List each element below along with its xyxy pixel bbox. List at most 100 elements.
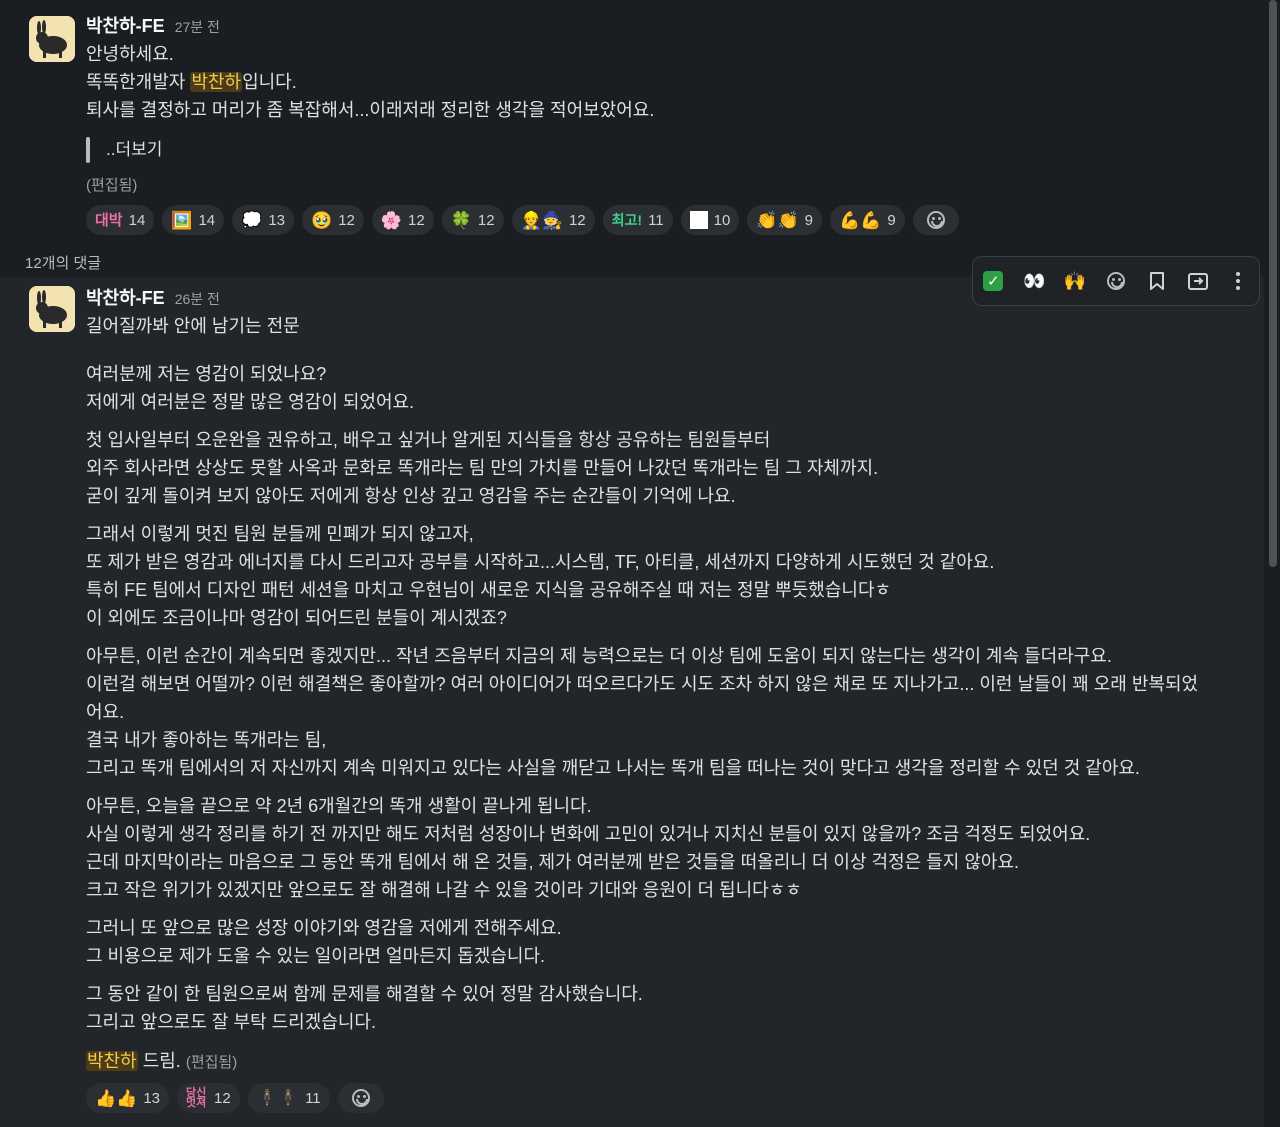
reaction-pill[interactable]: 🥹 12 xyxy=(302,205,364,235)
author-name[interactable]: 박찬하-FE xyxy=(86,284,165,310)
reaction-count: 14 xyxy=(198,211,216,229)
add-reaction-button[interactable] xyxy=(1101,266,1131,296)
reaction-pill[interactable]: 🍀 12 xyxy=(441,205,504,235)
muscle-emoji-icon: 💪💪 xyxy=(839,210,882,230)
quote-bar xyxy=(86,137,90,163)
reaction-pill[interactable]: 👷🧙 12 xyxy=(511,205,595,235)
reaction-count: 14 xyxy=(128,211,146,229)
message-paragraph: 그 동안 같이 한 팀원으로써 함께 문제를 해결할 수 있어 정말 감사했습니… xyxy=(86,980,1198,1036)
timestamp[interactable]: 27분 전 xyxy=(175,17,220,37)
reaction-count: 12 xyxy=(408,211,425,229)
blossom-emoji-icon: 🌸 xyxy=(380,210,403,230)
add-reaction-button[interactable] xyxy=(912,205,959,235)
reaction-pill[interactable]: 💪💪 9 xyxy=(830,205,905,235)
message-line: 특히 FE 팀에서 디자인 패턴 세션을 마치고 우현님이 새로운 지식을 공유… xyxy=(86,580,892,600)
message-line: 그리고 똑개 팀에서의 저 자신까지 계속 미워지고 있다는 사실을 깨닫고 나… xyxy=(86,758,1140,778)
more-actions-button[interactable] xyxy=(1223,266,1253,296)
reaction-pill[interactable]: 🕴️🕴️ 11 xyxy=(247,1083,330,1113)
message-post: 박찬하-FE 27분 전 안녕하세요. 똑똑한개발자 박찬하입니다. 퇴사를 결… xyxy=(0,0,1280,240)
message-line: 그러니 또 앞으로 많은 성장 이야기와 영감을 저에게 전해주세요. xyxy=(86,918,562,938)
reaction-count: 12 xyxy=(338,211,355,229)
quick-react-check-button[interactable]: ✓ xyxy=(978,266,1008,296)
scrollbar-thumb[interactable] xyxy=(1269,0,1277,567)
reaction-count: 12 xyxy=(214,1089,231,1107)
message-paragraph: 그래서 이렇게 멋진 팀원 분들께 민폐가 되지 않고자, 또 제가 받은 영감과… xyxy=(86,520,1198,632)
white-square-emoji-icon xyxy=(689,211,708,229)
reaction-pill[interactable]: 🖼️ 14 xyxy=(162,205,225,235)
author-name[interactable]: 박찬하-FE xyxy=(86,12,165,38)
message-paragraph: 아무튼, 이런 순간이 계속되면 좋겠지만... 작년 즈음부터 지금의 제 능… xyxy=(86,642,1198,782)
message-body: 여러분께 저는 영감이 되었나요? 저에게 여러분은 정말 많은 영감이 되었어요… xyxy=(86,360,1198,1036)
add-reaction-button[interactable] xyxy=(337,1083,384,1113)
show-more-link[interactable]: ..더보기 xyxy=(106,136,162,164)
message-line: 첫 입사일부터 오운완을 권유하고, 배우고 싶거나 알게된 지식들을 항상 공… xyxy=(86,430,771,450)
teary-face-emoji-icon: 🥹 xyxy=(311,210,333,230)
reaction-pill[interactable]: 10 xyxy=(680,205,740,235)
reaction-count: 9 xyxy=(804,211,814,229)
reaction-count: 10 xyxy=(713,211,731,229)
picture-emoji-icon: 🖼️ xyxy=(171,210,193,230)
reaction-count: 12 xyxy=(477,211,495,229)
message-paragraph: 아무튼, 오늘을 끝으로 약 2년 6개월간의 똑개 생활이 끝나게 됩니다. 사… xyxy=(86,792,1198,904)
message-line: 굳이 깊게 돌이켜 보지 않아도 저에게 항상 인상 깊고 영감을 주는 순간들… xyxy=(86,486,736,506)
message-line: 그 동안 같이 한 팀원으로써 함께 문제를 해결할 수 있어 정말 감사했습니… xyxy=(86,984,643,1004)
reaction-pill[interactable]: 최고! 11 xyxy=(602,205,673,235)
share-icon xyxy=(1187,273,1208,290)
message-line: 여러분께 저는 영감이 되었나요? xyxy=(86,364,327,384)
signature-text: 드림. xyxy=(137,1051,181,1071)
message-line: 퇴사를 결정하고 머리가 좀 복잡해서...이래저래 정리한 생각을 적어보았어… xyxy=(86,100,655,120)
reaction-count: 13 xyxy=(143,1089,161,1107)
avatar[interactable] xyxy=(29,286,75,332)
user-mention[interactable]: 박찬하 xyxy=(86,1051,138,1071)
raised-hands-icon: 🙌 xyxy=(1063,270,1087,291)
message-line: 저에게 여러분은 정말 많은 영감이 되었어요. xyxy=(86,392,415,412)
reply-message: 박찬하-FE 26분 전 길어질까봐 안에 남기는 전문 여러분께 저는 영감이… xyxy=(0,277,1264,1127)
message-line: 외주 회사라면 상상도 못할 사옥과 문화로 똑개라는 팀 만의 가치를 만들어… xyxy=(86,458,879,478)
dancers-emoji-icon: 🕴️🕴️ xyxy=(256,1088,300,1108)
user-mention[interactable]: 박찬하 xyxy=(190,72,243,92)
quick-react-eyes-button[interactable]: 👀 xyxy=(1019,266,1049,296)
message-line: 똑똑한개발자 박찬하입니다. xyxy=(86,68,959,96)
reply-count[interactable]: 12개의 댓글 xyxy=(25,252,101,273)
line-text: 입니다. xyxy=(242,72,297,92)
reaction-pill[interactable]: 👏👏 9 xyxy=(747,205,823,235)
add-emoji-icon xyxy=(351,1089,370,1107)
message-line: 이런걸 해보면 어떨까? 이런 해결책은 좋아할까? 여러 아이디어가 떠오르다… xyxy=(86,674,1199,694)
line-text: 똑똑한개발자 xyxy=(86,72,191,92)
avatar[interactable] xyxy=(29,16,75,62)
message-line: 안녕하세요. xyxy=(86,44,174,64)
save-message-button[interactable] xyxy=(1142,266,1172,296)
forward-message-button[interactable] xyxy=(1183,266,1213,296)
message-line: 그래서 이렇게 멋진 팀원 분들께 민폐가 되지 않고자, xyxy=(86,524,474,544)
message-line: 또 제가 받은 영감과 에너지를 다시 드리고자 공부를 시작하고...시스템,… xyxy=(86,552,995,572)
add-emoji-icon xyxy=(1106,272,1125,290)
reaction-count: 11 xyxy=(648,211,664,229)
bookmark-icon xyxy=(1149,272,1164,290)
clover-emoji-icon: 🍀 xyxy=(450,210,472,230)
reaction-count: 13 xyxy=(268,211,286,229)
reaction-pill[interactable]: 💭 13 xyxy=(232,205,295,235)
you-are-cool-emoji-icon: 당신멋져 xyxy=(186,1087,207,1109)
reaction-pill[interactable]: 👍👍 13 xyxy=(86,1083,170,1113)
reaction-count: 12 xyxy=(568,211,586,229)
message-line: 어요. xyxy=(86,702,125,722)
reaction-pill[interactable]: 당신멋져 12 xyxy=(177,1083,240,1113)
scrollbar[interactable] xyxy=(1264,0,1280,1127)
edited-label: (편집됨) xyxy=(185,1054,238,1071)
more-vertical-icon xyxy=(1236,272,1241,290)
reaction-count: 9 xyxy=(887,211,896,229)
reaction-count: 11 xyxy=(305,1089,321,1107)
reaction-pill[interactable]: 🌸 12 xyxy=(371,205,434,235)
message-paragraph: 첫 입사일부터 오운완을 권유하고, 배우고 싶거나 알게된 지식들을 항상 공… xyxy=(86,426,1198,510)
message-line: 사실 이렇게 생각 정리를 하기 전 까지만 해도 저처럼 성장이나 변화에 고… xyxy=(86,824,1091,844)
reaction-pill[interactable]: 대박 14 xyxy=(86,205,155,235)
rabbit-avatar-icon xyxy=(29,16,75,62)
thought-emoji-icon: 💭 xyxy=(241,210,263,230)
message-line: 결국 내가 좋아하는 똑개라는 팀, xyxy=(86,730,327,750)
message-line: 아무튼, 오늘을 끝으로 약 2년 6개월간의 똑개 생활이 끝나게 됩니다. xyxy=(86,796,592,816)
message-line: 이 외에도 조금이나마 영감이 되어드린 분들이 계시겠죠? xyxy=(86,608,507,628)
edited-label: (편집됨) xyxy=(86,177,138,194)
timestamp[interactable]: 26분 전 xyxy=(175,289,220,309)
quick-react-raised-hands-button[interactable]: 🙌 xyxy=(1060,266,1090,296)
message-line: 근데 마지막이라는 마음으로 그 동안 똑개 팀에서 해 온 것들, 제가 여러… xyxy=(86,852,1020,872)
